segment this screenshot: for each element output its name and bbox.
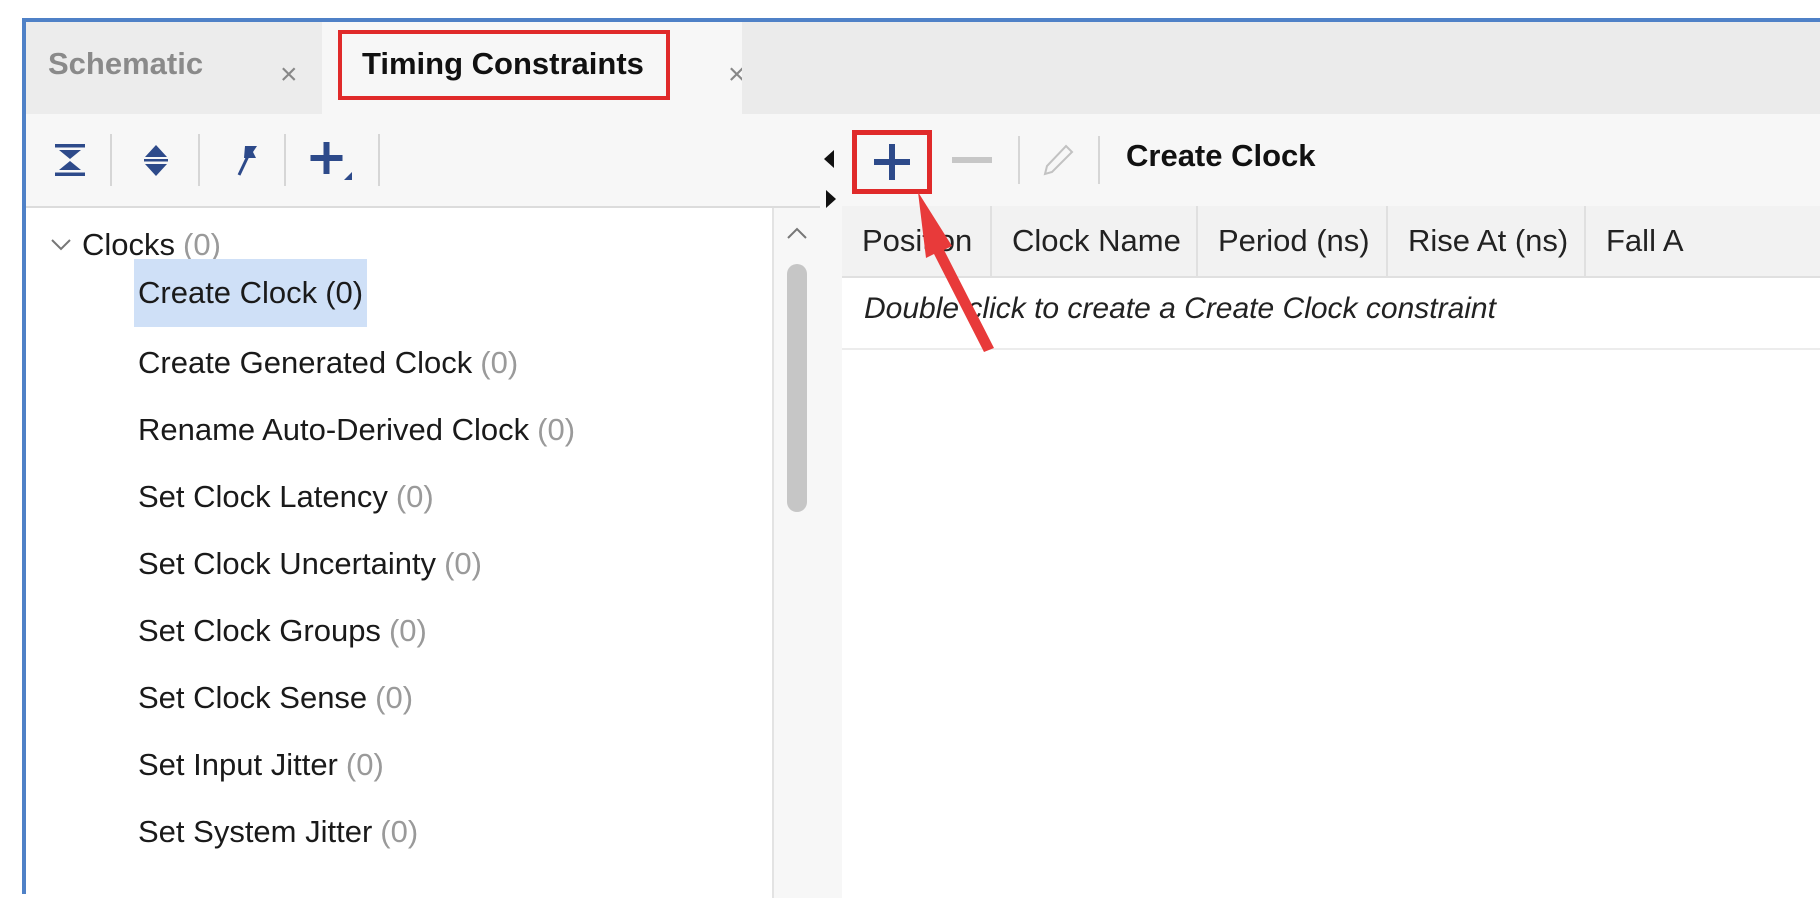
tree-item-label: Rename Auto-Derived Clock	[138, 412, 530, 447]
constraints-tree-panel: Clocks (0) Create Clock (0) Create Gener…	[26, 114, 820, 898]
tree-item-set-clock-sense[interactable]: Set Clock Sense (0)	[138, 675, 413, 721]
column-header-position[interactable]: Position	[842, 206, 992, 276]
tree-item-set-clock-uncertainty[interactable]: Set Clock Uncertainty (0)	[138, 541, 482, 587]
constraint-type-title: Create Clock	[1126, 138, 1316, 173]
empty-table-hint[interactable]: Double click to create a Create Clock co…	[864, 292, 1496, 326]
tree-item-count: (0)	[480, 345, 519, 380]
toolbar-separator	[110, 134, 112, 186]
tab-strip-empty	[742, 22, 1820, 114]
column-header-rise-at[interactable]: Rise At (ns)	[1388, 206, 1586, 276]
tab-schematic[interactable]: Schematic ×	[26, 22, 322, 114]
tab-strip: Schematic × Timing Constraints ×	[26, 22, 1820, 114]
tree-node-count: (0)	[183, 227, 221, 262]
constraints-tree: Clocks (0) Create Clock (0) Create Gener…	[26, 208, 772, 898]
tree-node-label: Clocks	[82, 227, 176, 262]
tree-item-create-clock[interactable]: Create Clock (0)	[134, 259, 368, 327]
toolbar-separator	[378, 134, 380, 186]
table-header: Position Clock Name Period (ns) Rise At …	[842, 206, 1820, 278]
scroll-up-icon[interactable]	[786, 216, 808, 247]
collapse-all-icon[interactable]	[46, 136, 94, 184]
expand-all-icon[interactable]	[132, 136, 180, 184]
tree-item-count: (0)	[375, 680, 414, 715]
toolbar-separator	[1098, 136, 1100, 184]
toolbar-separator	[284, 134, 286, 186]
tree-item-count: (0)	[395, 479, 434, 514]
scrollbar-thumb[interactable]	[787, 264, 807, 512]
tab-timing-constraints[interactable]: Timing Constraints ×	[322, 22, 746, 114]
tree-item-set-clock-latency[interactable]: Set Clock Latency (0)	[138, 474, 434, 520]
tree-item-count: (0)	[380, 814, 419, 849]
chevron-down-icon[interactable]	[50, 231, 72, 259]
column-header-label: Fall A	[1606, 223, 1684, 258]
tree-item-set-clock-groups[interactable]: Set Clock Groups (0)	[138, 608, 427, 654]
tree-item-label: Set Clock Sense	[138, 680, 368, 715]
remove-icon[interactable]	[948, 136, 996, 184]
window-frame: Schematic × Timing Constraints × Clocks …	[22, 18, 1820, 898]
panel-splitter[interactable]	[820, 114, 842, 898]
add-menu-icon[interactable]	[306, 136, 354, 184]
tree-item-label: Set System Jitter	[138, 814, 373, 849]
tree-item-count: (0)	[325, 275, 364, 310]
tab-schematic-label: Schematic	[48, 46, 204, 81]
pin-icon[interactable]	[222, 136, 270, 184]
column-header-period[interactable]: Period (ns)	[1198, 206, 1388, 276]
column-header-clock-name[interactable]: Clock Name	[992, 206, 1198, 276]
tree-item-label: Create Generated Clock	[138, 345, 473, 380]
column-header-label: Period (ns)	[1218, 223, 1370, 258]
tree-item-label: Set Input Jitter	[138, 747, 338, 782]
tree-item-label: Set Clock Uncertainty	[138, 546, 437, 581]
column-header-fall-at[interactable]: Fall A	[1586, 206, 1820, 276]
toolbar-separator	[198, 134, 200, 186]
tree-item-count: (0)	[444, 546, 482, 581]
column-header-label: Position	[862, 223, 973, 258]
tree-item-count: (0)	[388, 613, 427, 648]
column-header-label: Clock Name	[1012, 223, 1181, 258]
constraint-table-panel: Create Clock Position Clock Name Period …	[842, 114, 1820, 898]
toolbar-separator	[1018, 136, 1020, 184]
tree-item-set-system-jitter[interactable]: Set System Jitter (0)	[138, 809, 418, 855]
row-divider	[842, 348, 1820, 350]
tree-item-rename-auto-derived-clock[interactable]: Rename Auto-Derived Clock (0)	[138, 407, 575, 453]
expand-right-icon[interactable]	[826, 190, 836, 208]
tree-item-label: Set Clock Latency	[138, 479, 388, 514]
edit-icon[interactable]	[1034, 136, 1082, 184]
tree-item-set-input-jitter[interactable]: Set Input Jitter (0)	[138, 742, 384, 788]
collapse-left-icon[interactable]	[824, 150, 834, 168]
add-constraint-button[interactable]	[852, 130, 932, 194]
tree-scrollbar[interactable]	[772, 208, 820, 898]
selection-highlight: Create Clock (0)	[134, 259, 368, 327]
tree-item-count: (0)	[537, 412, 576, 447]
tree-item-label: Set Clock Groups	[138, 613, 381, 648]
tree-item-create-generated-clock[interactable]: Create Generated Clock (0)	[138, 340, 518, 386]
table-toolbar: Create Clock	[842, 114, 1820, 206]
close-icon[interactable]: ×	[280, 60, 298, 90]
tree-item-count: (0)	[345, 747, 384, 782]
tree-toolbar	[26, 114, 820, 208]
column-header-label: Rise At (ns)	[1408, 223, 1569, 258]
tab-timing-constraints-label: Timing Constraints	[338, 30, 670, 100]
add-icon	[874, 144, 910, 180]
tree-item-label: Create Clock	[138, 275, 318, 310]
